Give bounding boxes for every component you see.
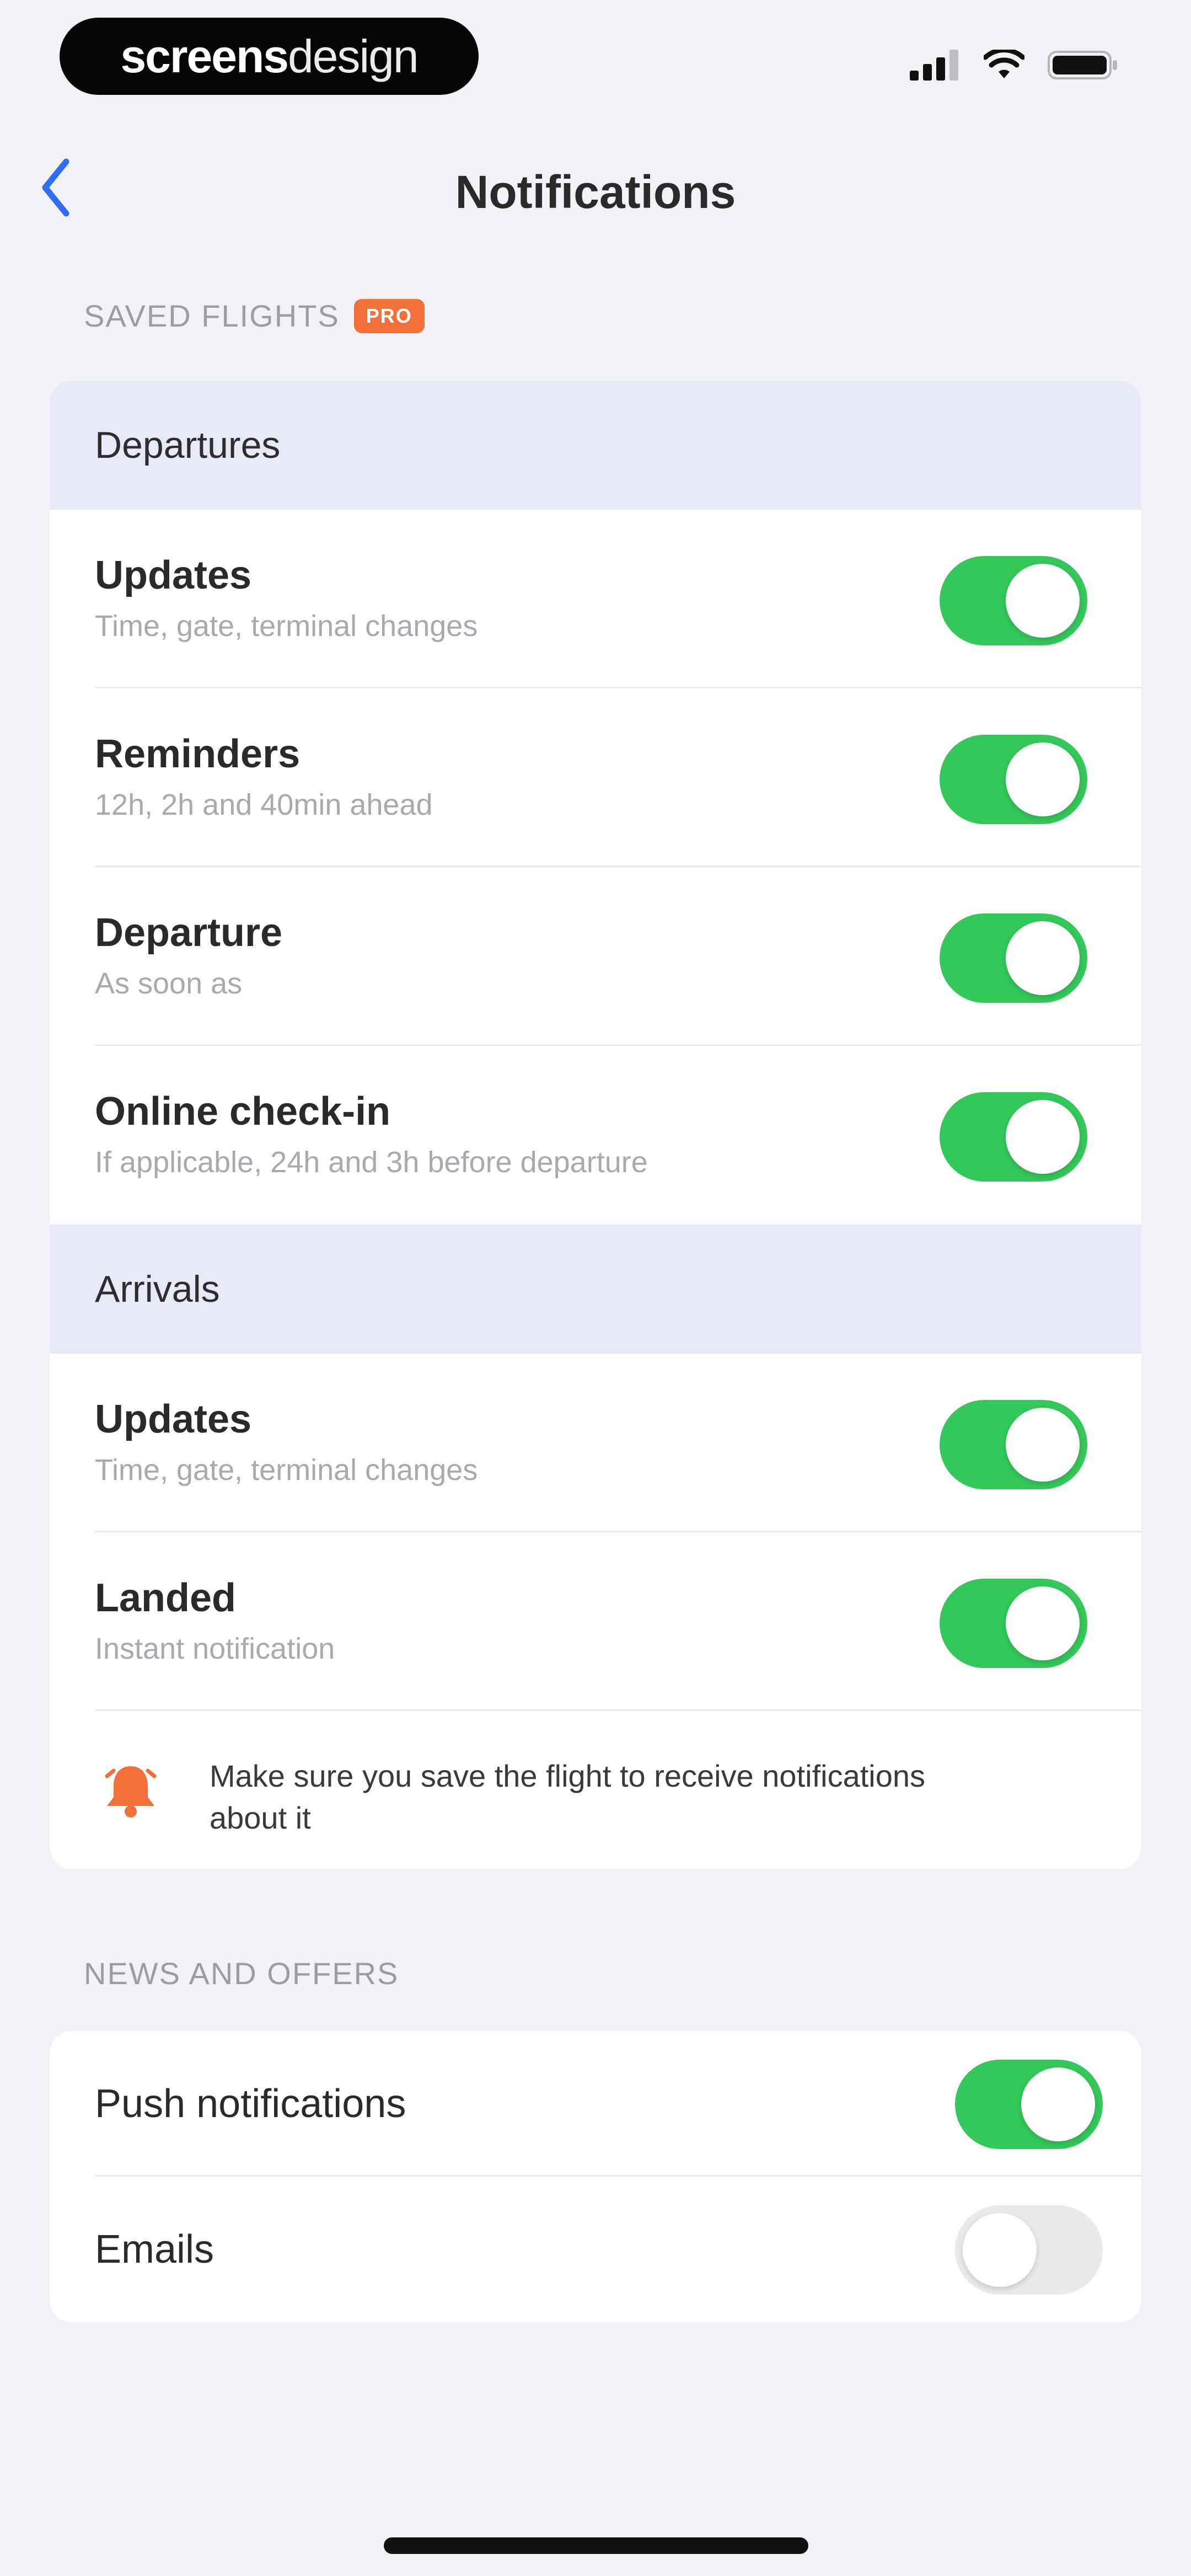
group-header-departures: Departures xyxy=(50,381,1141,510)
toggle-knob xyxy=(1006,921,1080,995)
arrival-updates-toggle[interactable] xyxy=(940,1400,1087,1489)
page-title: Notifications xyxy=(455,166,736,218)
battery-icon xyxy=(1048,51,1117,79)
emails-toggle[interactable] xyxy=(955,2205,1103,2295)
departure-toggle[interactable] xyxy=(940,913,1087,1003)
setting-title: Emails xyxy=(95,2227,214,2272)
save-flight-hint: Make sure you save the flight to receive… xyxy=(50,1711,1141,1869)
setting-row-landed: Landed Instant notification xyxy=(50,1532,1141,1711)
setting-title: Updates xyxy=(95,553,252,597)
setting-title: Landed xyxy=(95,1576,237,1620)
group-header-arrivals: Arrivals xyxy=(50,1225,1141,1354)
brand-text-bold: screens xyxy=(120,30,289,82)
setting-subtitle: 12h, 2h and 40min ahead xyxy=(95,788,433,821)
setting-row-push-notifications: Push notifications xyxy=(50,2031,1141,2177)
push-notifications-toggle[interactable] xyxy=(955,2060,1103,2149)
landed-toggle[interactable] xyxy=(940,1579,1087,1668)
hint-text: Make sure you save the flight to receive… xyxy=(210,1759,926,1835)
brand-text-light: design xyxy=(288,30,419,82)
setting-row-departure-reminders: Reminders 12h, 2h and 40min ahead xyxy=(50,688,1141,867)
toggle-knob xyxy=(1006,564,1080,638)
setting-row-departure-updates: Updates Time, gate, terminal changes xyxy=(50,510,1141,688)
setting-subtitle: Time, gate, terminal changes xyxy=(95,610,478,643)
toggle-knob xyxy=(1006,1100,1080,1174)
pro-badge: PRO xyxy=(353,298,425,333)
setting-subtitle: If applicable, 24h and 3h before departu… xyxy=(95,1146,648,1179)
departure-updates-toggle[interactable] xyxy=(940,556,1087,645)
toggle-knob xyxy=(1006,742,1080,816)
status-icons xyxy=(910,50,1119,81)
toggle-knob xyxy=(1006,1408,1080,1482)
setting-subtitle: As soon as xyxy=(95,967,243,1000)
setting-title: Departure xyxy=(95,911,283,955)
setting-row-arrival-updates: Updates Time, gate, terminal changes xyxy=(50,1354,1141,1532)
saved-flights-card: Departures Updates Time, gate, terminal … xyxy=(50,381,1141,1869)
setting-title: Push notifications xyxy=(95,2082,406,2126)
setting-title: Updates xyxy=(95,1397,252,1441)
departure-reminders-toggle[interactable] xyxy=(940,735,1087,824)
status-bar: screens design xyxy=(0,0,1191,110)
online-check-in-toggle[interactable] xyxy=(940,1092,1087,1182)
setting-title: Online check-in xyxy=(95,1089,391,1134)
toggle-knob xyxy=(1021,2067,1095,2141)
setting-title: Reminders xyxy=(95,732,301,776)
news-and-offers-card: Push notifications Emails xyxy=(50,2031,1141,2322)
setting-row-departure: Departure As soon as xyxy=(50,867,1141,1046)
section-header-saved-flights: SAVED FLIGHTS PRO xyxy=(84,298,425,334)
brand-logo: screens design xyxy=(60,18,479,95)
setting-subtitle: Time, gate, terminal changes xyxy=(95,1453,478,1487)
bell-icon xyxy=(105,1766,157,1818)
toggle-knob xyxy=(963,2213,1037,2287)
signal-icon xyxy=(910,50,958,81)
section-header-label: NEWS AND OFFERS xyxy=(84,1956,399,1991)
home-indicator[interactable] xyxy=(384,2537,808,2554)
section-header-label: SAVED FLIGHTS xyxy=(84,298,340,333)
navigation-bar: Notifications xyxy=(0,138,1191,237)
setting-row-emails: Emails xyxy=(50,2177,1141,2322)
setting-row-online-check-in: Online check-in If applicable, 24h and 3… xyxy=(50,1046,1141,1225)
wifi-icon xyxy=(984,50,1024,78)
section-header-news-and-offers: NEWS AND OFFERS xyxy=(84,1955,399,1991)
toggle-knob xyxy=(1006,1586,1080,1660)
setting-subtitle: Instant notification xyxy=(95,1632,335,1665)
